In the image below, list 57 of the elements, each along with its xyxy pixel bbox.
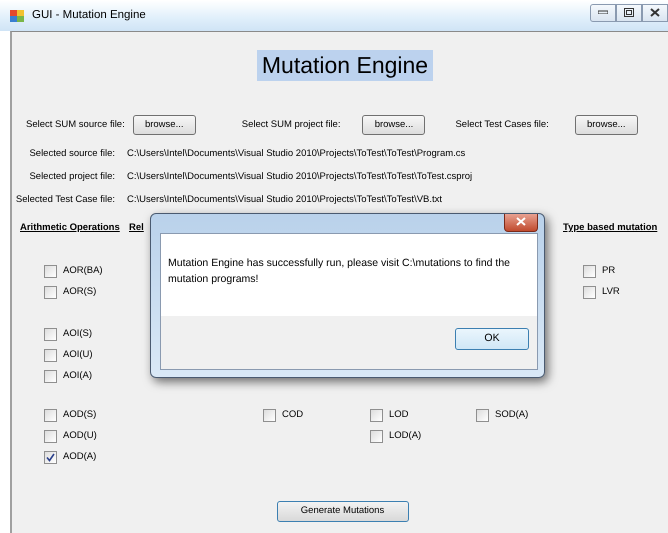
checkbox-label: AOD(A) — [63, 450, 96, 464]
checkbox-label: AOI(S) — [63, 327, 92, 342]
checkbox-label: COD — [282, 408, 304, 422]
checkbox-label: AOR(BA) — [63, 264, 103, 278]
checked-checkbox[interactable] — [44, 451, 57, 464]
checkbox[interactable] — [370, 409, 383, 422]
checkbox-label: LVR — [602, 285, 620, 300]
maximize-icon — [624, 8, 634, 17]
field-label: Selected source file: — [28, 147, 115, 162]
minimize-button[interactable] — [590, 4, 616, 22]
checkbox-label: PR — [602, 264, 616, 278]
window-title: GUI - Mutation Engine — [32, 8, 146, 23]
checkbox[interactable] — [476, 409, 489, 422]
column-heading: Arithmetic Operations — [20, 221, 120, 235]
file-path: C:\Users\Intel\Documents\Visual Studio 2010\Projects\ToTest\ToTest\Program.cs — [127, 147, 466, 162]
checkbox[interactable] — [583, 286, 596, 299]
ok-button[interactable]: OK — [455, 328, 529, 350]
field-label: Selected project file: — [28, 170, 115, 184]
close-icon — [516, 217, 526, 226]
checkbox-label: AOD(S) — [63, 408, 96, 422]
generate-button[interactable]: Generate Mutations — [276, 501, 408, 522]
column-heading: Type based mutation — [563, 221, 658, 235]
minimize-icon — [598, 10, 608, 14]
browse-button[interactable]: browse... — [362, 115, 426, 135]
checkbox[interactable] — [44, 286, 57, 299]
close-button[interactable] — [642, 4, 668, 22]
maximize-button[interactable] — [616, 4, 642, 22]
checkbox-label: AOI(U) — [63, 348, 93, 362]
dialog-message: Mutation Engine has successfully run, please visit C:\mutations to find the mutation programs! — [167, 256, 512, 287]
checkbox[interactable] — [44, 370, 57, 383]
checkbox-label: AOD(U) — [63, 429, 97, 444]
field-label: Selected Test Case file: — [14, 193, 115, 208]
file-path: C:\Users\Intel\Documents\Visual Studio 2010\Projects\ToTest\ToTest\ToTest.csproj — [127, 170, 472, 184]
checkbox-label: LOD — [389, 408, 409, 422]
checkbox[interactable] — [583, 265, 596, 278]
checkbox[interactable] — [370, 430, 383, 443]
checkbox[interactable] — [44, 409, 57, 422]
checkbox-label: AOI(A) — [63, 369, 92, 384]
column-heading: Rel — [129, 221, 144, 235]
checkbox[interactable] — [44, 328, 57, 341]
checkbox-label: SOD(A) — [495, 408, 528, 422]
checkbox-label: LOD(A) — [389, 429, 422, 444]
checkbox[interactable] — [44, 349, 57, 362]
browse-button[interactable]: browse... — [132, 115, 196, 135]
close-icon — [650, 8, 660, 17]
form-heading: Mutation Engine — [256, 50, 434, 81]
field-label: Select SUM project file: — [242, 118, 340, 132]
field-label: Select Test Cases file: — [455, 118, 549, 132]
checkbox-label: AOR(S) — [63, 285, 96, 300]
checkbox[interactable] — [44, 265, 57, 278]
checkbox[interactable] — [263, 409, 276, 422]
app-icon — [10, 10, 24, 22]
close-button[interactable] — [504, 214, 538, 232]
browse-button[interactable]: browse... — [574, 115, 638, 135]
checkbox[interactable] — [44, 430, 57, 443]
field-label: Select SUM source file: — [26, 118, 125, 132]
file-path: C:\Users\Intel\Documents\Visual Studio 2010\Projects\ToTest\ToTest\VB.txt — [127, 193, 442, 208]
